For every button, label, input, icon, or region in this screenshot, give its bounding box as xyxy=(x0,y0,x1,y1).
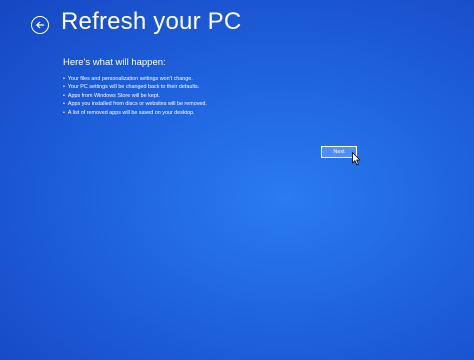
list-item: Apps you installed from discs or website… xyxy=(63,100,207,108)
back-arrow-icon xyxy=(36,21,45,29)
section-subtitle: Here's what will happen: xyxy=(63,57,166,68)
list-item: Your PC settings will be changed back to… xyxy=(63,83,207,91)
mouse-pointer-icon xyxy=(352,152,361,166)
back-button[interactable] xyxy=(31,16,49,34)
changes-list: Your files and personalization settings … xyxy=(63,75,207,117)
list-item: Apps from Windows Store will be kept. xyxy=(63,92,207,100)
list-item: A list of removed apps will be saved on … xyxy=(63,109,207,117)
page-title: Refresh your PC xyxy=(61,8,242,35)
list-item: Your files and personalization settings … xyxy=(63,75,207,83)
